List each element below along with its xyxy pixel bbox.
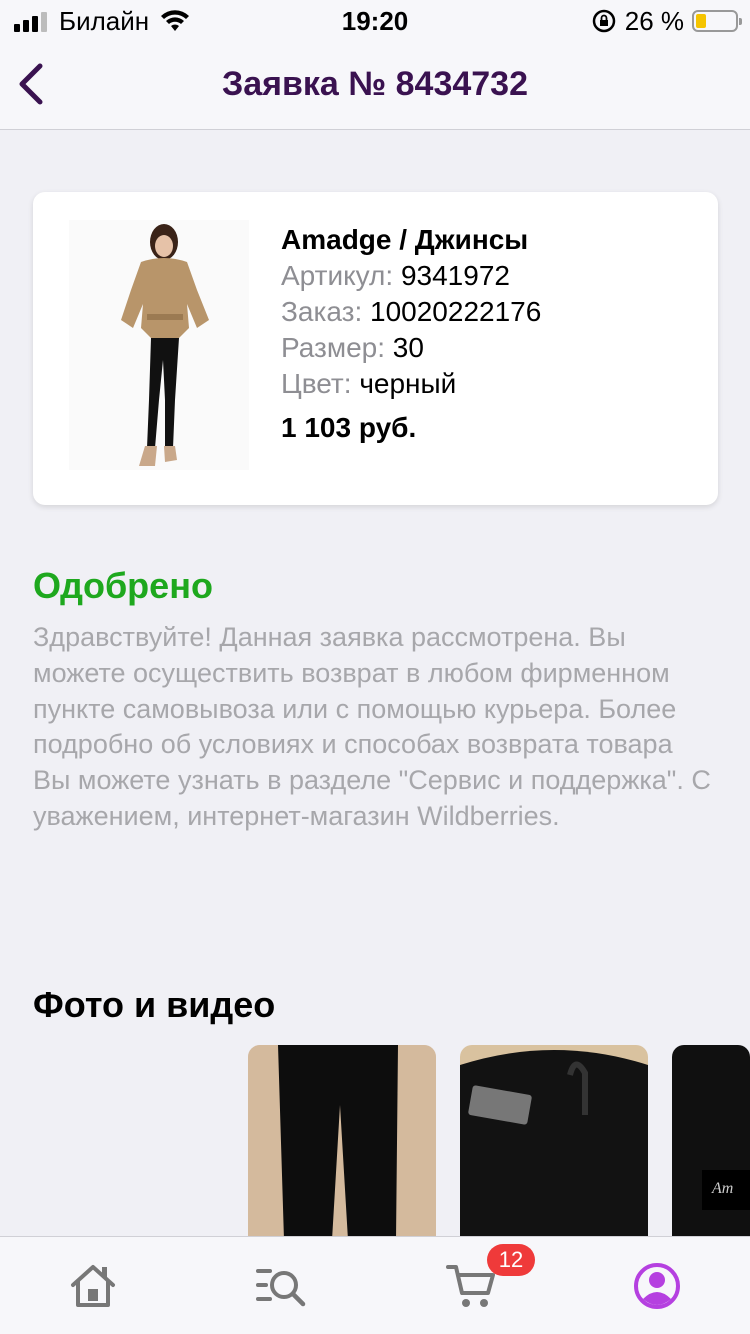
size-label: Размер: [281,332,386,363]
battery-percent: 26 % [624,6,684,36]
status-message: Здравствуйте! Данная заявка рассмотрена.… [33,622,711,831]
battery-level [696,14,706,28]
photo-jeans-label [460,1045,648,1240]
rotation-lock-icon [592,9,615,33]
order-row: Заказ: 10020222176 [281,294,541,330]
home-icon[interactable] [68,1261,118,1311]
order-label: Заказ: [281,296,363,327]
size-row: Размер: 30 [281,330,541,366]
status-title: Одобрено [33,565,213,606]
order-value: 10020222176 [370,296,542,327]
photo-jeans-front [248,1045,436,1240]
size-value: 30 [392,332,424,363]
status-right: 26 % [591,6,742,36]
product-info: Amadge / Джинсы Артикул: 9341972 Заказ: … [281,222,541,446]
profile-icon[interactable] [632,1261,682,1311]
color-label: Цвет: [281,368,352,399]
photo-jeans-tag: Am [672,1045,750,1240]
color-value: черный [359,368,457,399]
cart-badge: 12 [487,1244,535,1276]
battery-icon [692,10,742,32]
nav-bar: Заявка № 8434732 [0,42,750,130]
article-value: 9341972 [400,260,510,291]
media-thumbnail-3[interactable]: Am [672,1045,750,1240]
svg-text:Am: Am [711,1180,733,1197]
product-price: 1 103 руб. [281,412,417,443]
media-section-title: Фото и видео [33,984,276,1025]
catalog-search-icon[interactable] [256,1261,306,1311]
media-thumbnail-1[interactable] [248,1045,436,1240]
page-title: Заявка № 8434732 [221,65,529,103]
article-label: Артикул: [281,260,394,291]
color-row: Цвет: черный [281,366,541,402]
article-row: Артикул: 9341972 [281,258,541,294]
product-card[interactable]: Amadge / Джинсы Артикул: 9341972 Заказ: … [33,192,718,505]
product-image[interactable] [69,220,249,470]
media-thumbnail-2[interactable] [460,1045,648,1240]
product-name: Amadge / Джинсы [281,224,529,255]
status-bar: Билайн 19:20 26 % [0,0,750,42]
tab-bar [0,1236,750,1334]
